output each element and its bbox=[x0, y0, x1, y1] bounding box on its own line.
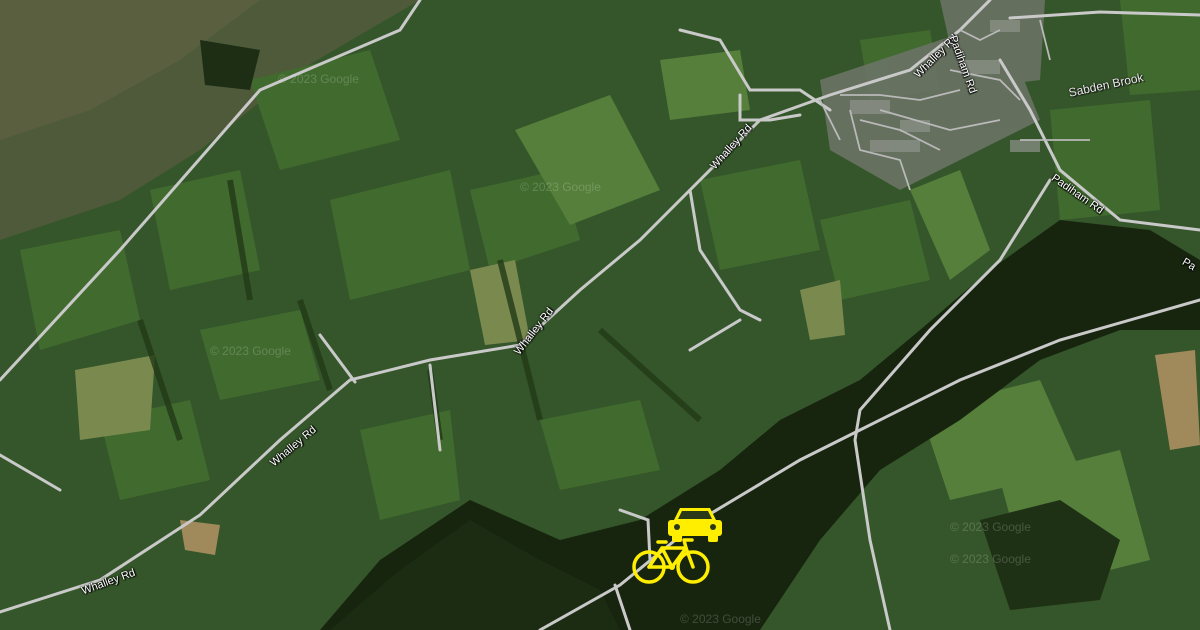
map-view[interactable]: © 2023 Google © 2023 Google © 2023 Googl… bbox=[0, 0, 1200, 630]
satellite-imagery bbox=[0, 0, 1200, 630]
map-watermark: © 2023 Google bbox=[680, 612, 761, 626]
map-watermark: © 2023 Google bbox=[950, 552, 1031, 566]
map-watermark: © 2023 Google bbox=[278, 72, 359, 86]
map-watermark: © 2023 Google bbox=[520, 180, 601, 194]
map-watermark: © 2023 Google bbox=[950, 520, 1031, 534]
bicycle-icon[interactable] bbox=[632, 536, 712, 586]
map-watermark: © 2023 Google bbox=[210, 344, 291, 358]
